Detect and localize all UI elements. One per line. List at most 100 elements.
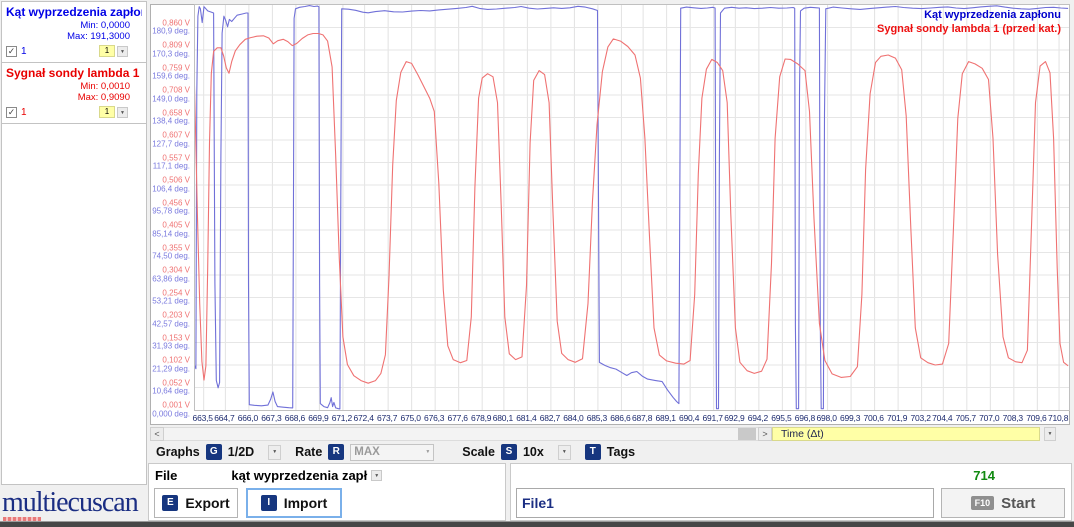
- scale-dropdown-icon[interactable]: ▼: [558, 445, 571, 460]
- chart-toolbar: Graphs G 1/2D ▼ Rate R MAX ▼ Scale S 10x…: [150, 442, 1070, 462]
- signal-list-panel: Kąt wyprzedzenia zapłonu Min: 0,0000 Max…: [1, 1, 147, 485]
- x-tick-label: 678,9: [471, 413, 491, 423]
- signal-checkbox[interactable]: ✓: [6, 107, 17, 118]
- x-tick-label: 681,4: [516, 413, 536, 423]
- file-panel: File kąt wyprzedzenia zapł ▼ E Export I …: [148, 463, 506, 521]
- export-key-badge: E: [162, 495, 178, 511]
- x-tick-label: 704,4: [932, 413, 952, 423]
- y-tick-label: 0,254 V53,21 deg.: [152, 289, 190, 306]
- start-button[interactable]: F10 Start: [941, 488, 1065, 518]
- signal-channel: 1: [21, 107, 27, 118]
- x-tick-label: 696,8: [795, 413, 815, 423]
- chart-canvas: [195, 5, 1069, 410]
- x-tick-label: 698,0: [816, 413, 836, 423]
- y-tick-label: 0,102 V21,29 deg.: [152, 357, 190, 374]
- chart-hscrollbar: < > Time (Δt) ▼: [150, 427, 1070, 441]
- import-button[interactable]: I Import: [246, 488, 342, 518]
- x-tick-label: 694,2: [748, 413, 768, 423]
- plot-area[interactable]: Kąt wyprzedzenia zapłonu Sygnał sondy la…: [194, 4, 1070, 411]
- x-tick-label: 671,2: [332, 413, 352, 423]
- signal-checkbox[interactable]: ✓: [6, 46, 17, 57]
- signal-scale-select[interactable]: 1: [99, 45, 115, 57]
- x-tick-label: 677,6: [448, 413, 468, 423]
- scroll-right-button[interactable]: >: [758, 427, 772, 441]
- signal-max: Max: 191,3000: [6, 31, 130, 42]
- chart-legend: Kąt wyprzedzenia zapłonu Sygnał sondy la…: [877, 8, 1061, 36]
- x-tick-label: 710,8: [1048, 413, 1068, 423]
- y-tick-label: 0,405 V85,14 deg.: [152, 222, 190, 239]
- x-axis-selector[interactable]: Time (Δt): [772, 427, 1040, 441]
- y-tick-label: 0,759 V159,6 deg.: [152, 64, 190, 81]
- tags-key-badge[interactable]: T: [585, 444, 601, 460]
- rate-key-badge[interactable]: R: [328, 444, 344, 460]
- x-tick-label: 691,7: [702, 413, 722, 423]
- y-tick-label: 0,809 V170,3 deg.: [152, 42, 190, 59]
- legend-entry-lambda: Sygnał sondy lambda 1 (przed kat.): [877, 22, 1061, 36]
- sample-counter: 714: [973, 468, 995, 483]
- x-tick-label: 687,8: [632, 413, 652, 423]
- y-tick-label: 0,506 V106,4 deg.: [152, 177, 190, 194]
- signal-panel-lambda: Sygnał sondy lambda 1 (prze Min: 0,0010 …: [2, 63, 146, 124]
- y-tick-label: 0,557 V117,1 deg.: [153, 154, 190, 171]
- x-tick-label: 700,6: [863, 413, 883, 423]
- chevron-down-icon[interactable]: ▼: [1044, 427, 1056, 441]
- export-button[interactable]: E Export: [154, 488, 238, 518]
- file-signal-selector[interactable]: kąt wyprzedzenia zapł: [231, 468, 367, 483]
- rate-label: Rate: [295, 445, 322, 459]
- scale-value[interactable]: 10x: [523, 445, 544, 459]
- signal-scale-select[interactable]: 1: [99, 106, 115, 118]
- y-tick-label: 0,860 V180,9 deg.: [152, 19, 190, 36]
- scroll-left-button[interactable]: <: [150, 427, 164, 441]
- signal-title: Sygnał sondy lambda 1 (prze: [6, 66, 142, 80]
- x-tick-label: 668,6: [285, 413, 305, 423]
- x-tick-label: 686,6: [610, 413, 630, 423]
- x-tick-label: 664,7: [214, 413, 234, 423]
- chevron-down-icon[interactable]: ▼: [117, 46, 128, 57]
- chevron-down-icon[interactable]: ▼: [117, 107, 128, 118]
- x-tick-label: 695,5: [771, 413, 791, 423]
- y-tick-label: 0,658 V138,4 deg.: [152, 109, 190, 126]
- legend-entry-angle: Kąt wyprzedzenia zapłonu: [877, 8, 1061, 22]
- graphs-key-badge[interactable]: G: [206, 444, 222, 460]
- tags-label[interactable]: Tags: [607, 445, 635, 459]
- x-tick-label: 685,3: [587, 413, 607, 423]
- y-tick-label: 0,355 V74,50 deg.: [152, 244, 190, 261]
- graphs-dropdown-icon[interactable]: ▼: [268, 445, 281, 460]
- chevron-down-icon[interactable]: ▼: [371, 470, 382, 481]
- start-key-badge: F10: [971, 496, 995, 510]
- y-tick-label: 0,456 V95,78 deg.: [152, 199, 190, 216]
- x-tick-label: 667,3: [261, 413, 281, 423]
- x-tick-label: 676,3: [424, 413, 444, 423]
- chart-area: 0,860 V180,9 deg. 0,809 V170,3 deg. 0,759 …: [150, 4, 1070, 425]
- signal-min: Min: 0,0010: [6, 81, 130, 92]
- x-tick-label: 708,3: [1003, 413, 1023, 423]
- x-tick-label: 690,4: [679, 413, 699, 423]
- chevron-down-icon: ▼: [425, 449, 430, 455]
- scale-key-badge[interactable]: S: [501, 444, 517, 460]
- x-tick-label: 673,7: [377, 413, 397, 423]
- x-tick-label: 666,0: [238, 413, 258, 423]
- signal-title: Kąt wyprzedzenia zapłonu: [6, 5, 142, 19]
- x-tick-label: 705,7: [956, 413, 976, 423]
- x-tick-label: 672,4: [353, 413, 373, 423]
- rate-select[interactable]: MAX ▼: [350, 444, 434, 461]
- filename-input[interactable]: [516, 488, 934, 518]
- graphs-value[interactable]: 1/2D: [228, 445, 254, 459]
- x-tick-label: 663,5: [193, 413, 213, 423]
- scrollbar-thumb[interactable]: [738, 428, 756, 440]
- x-tick-label: 699,3: [840, 413, 860, 423]
- import-key-badge: I: [261, 495, 277, 511]
- scrollbar-track[interactable]: [164, 427, 758, 441]
- x-tick-label: 682,7: [540, 413, 560, 423]
- y-tick-label: 0,001 V0,000 deg.: [152, 402, 190, 419]
- signal-panel-angle: Kąt wyprzedzenia zapłonu Min: 0,0000 Max…: [2, 2, 146, 63]
- signal-channel: 1: [21, 46, 27, 57]
- run-panel: 714 F10 Start: [510, 463, 1072, 521]
- y-tick-label: 0,203 V42,57 deg.: [152, 312, 190, 329]
- x-tick-label: 689,1: [655, 413, 675, 423]
- y-tick-label: 0,607 V127,7 deg.: [152, 132, 190, 149]
- x-tick-label: 709,6: [1026, 413, 1046, 423]
- y-tick-label: 0,052 V10,64 deg.: [152, 379, 190, 396]
- x-tick-label: 692,9: [724, 413, 744, 423]
- x-axis-labels: 663,5664,7666,0667,3668,6669,9671,2672,4…: [194, 413, 1070, 426]
